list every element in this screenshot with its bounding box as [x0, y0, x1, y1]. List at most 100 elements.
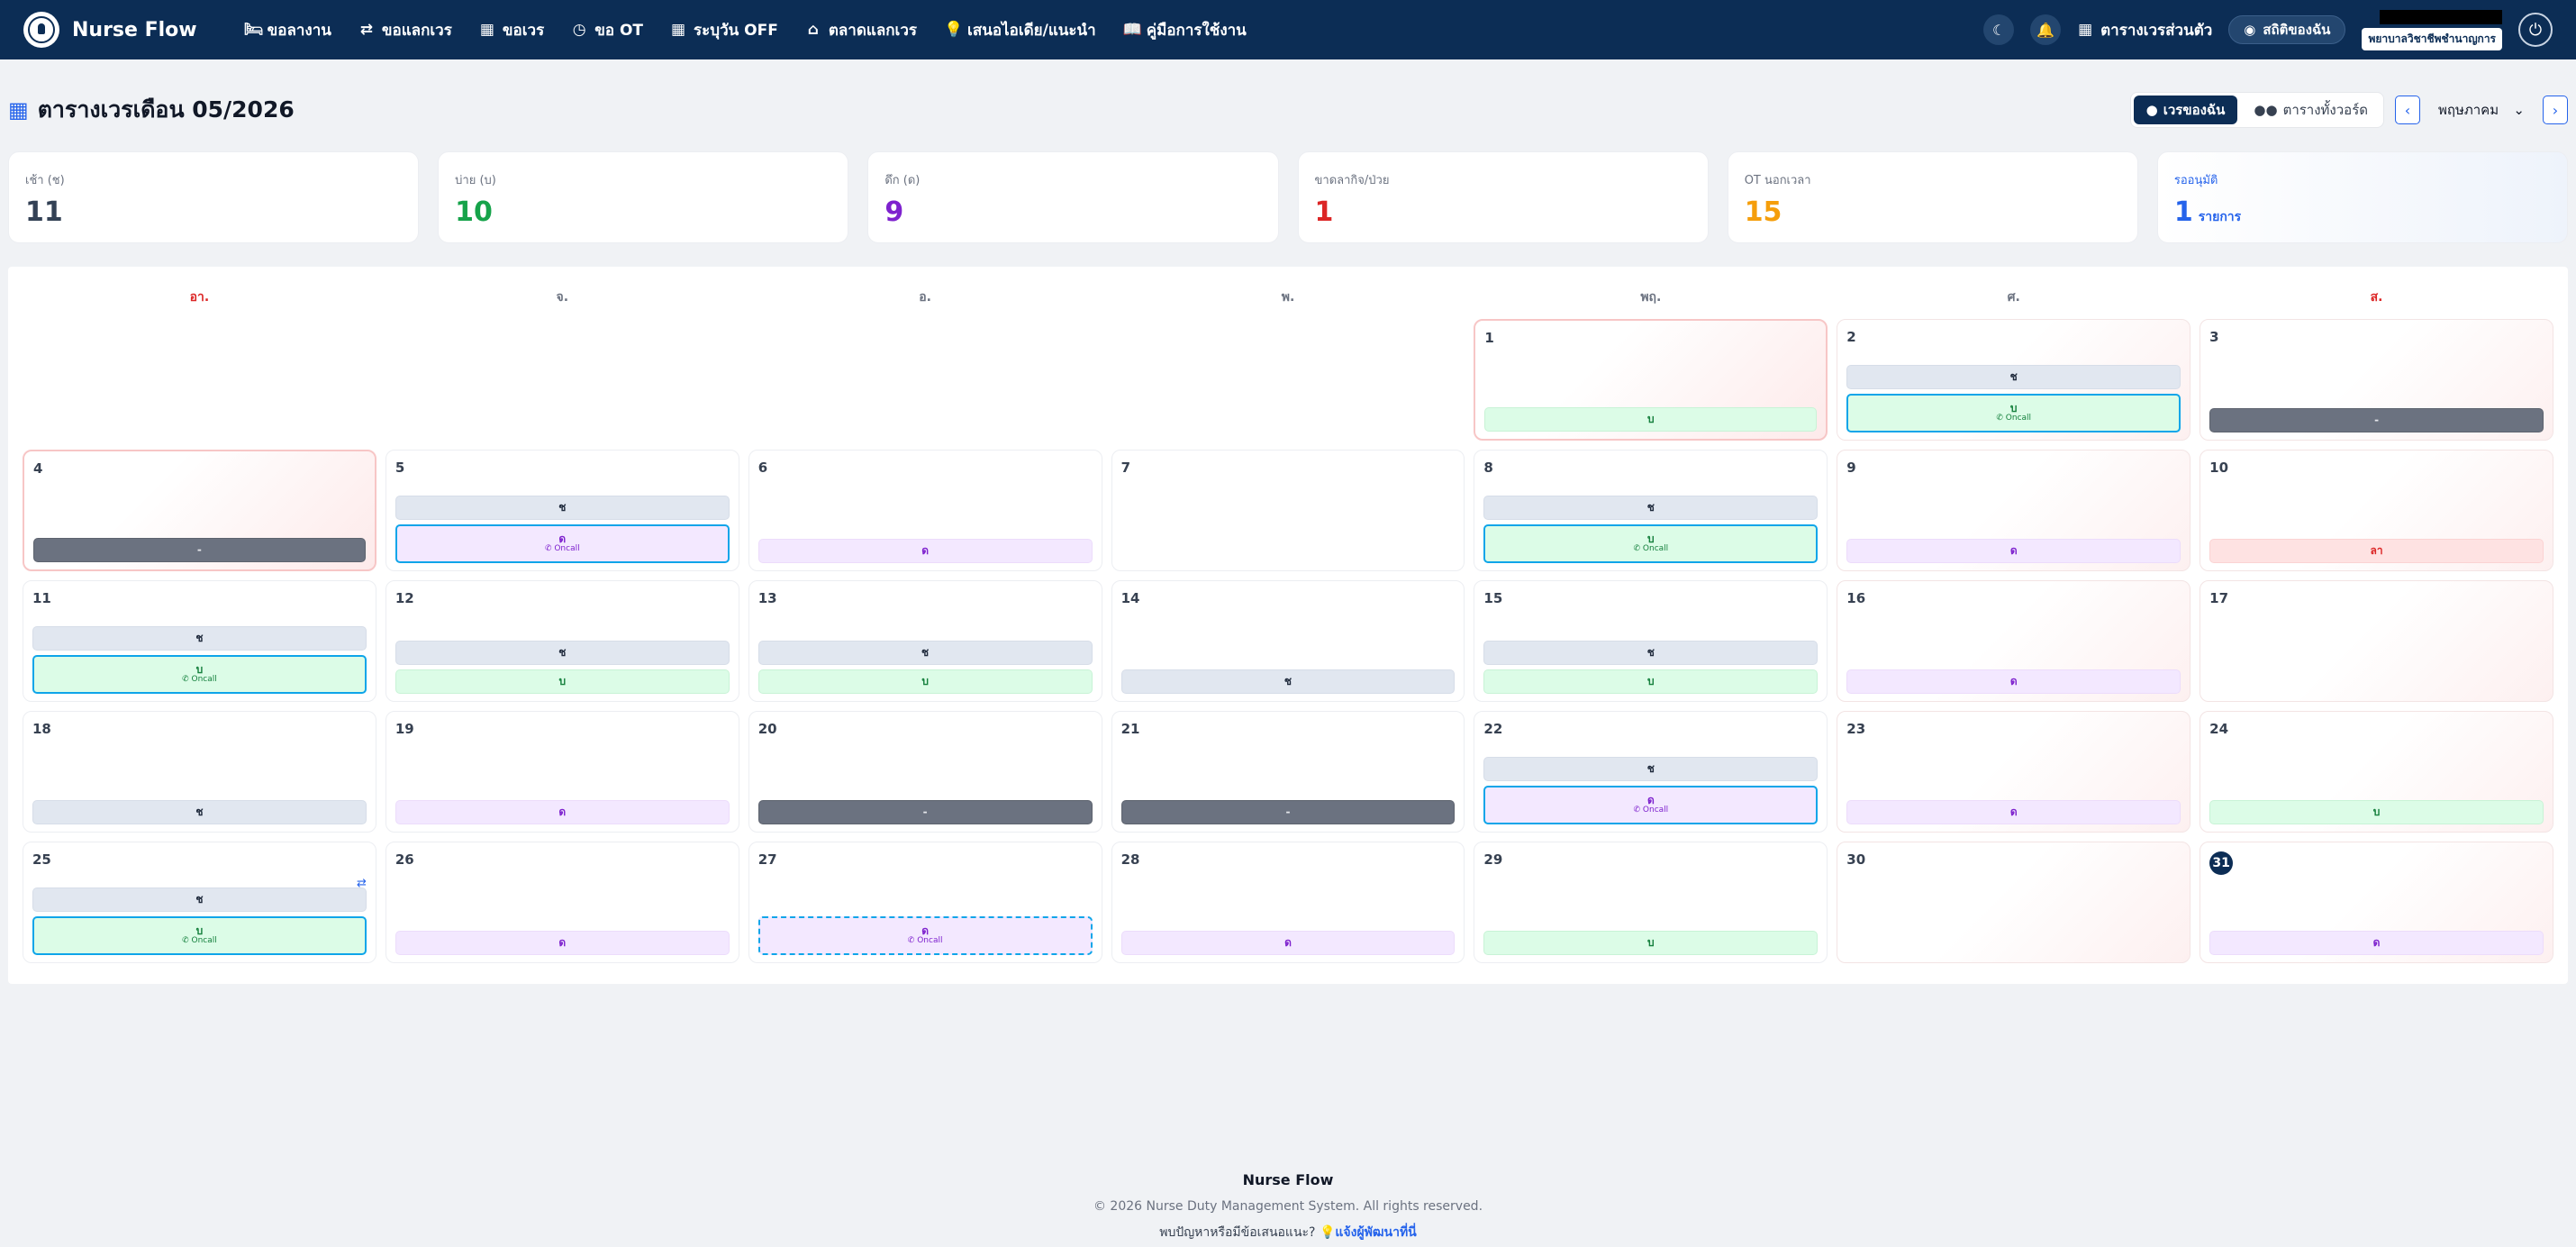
shift-badge-night[interactable]: ด — [1846, 669, 2181, 694]
shift-badge-night[interactable]: ด ✆ Oncall — [1483, 786, 1819, 824]
shift-badge-morning[interactable]: ช — [757, 641, 1093, 665]
prev-month-button[interactable]: ‹ — [2395, 96, 2420, 124]
calendar-day-10[interactable]: 10 ลา — [2200, 450, 2553, 571]
calendar-day-18[interactable]: 18 ช — [23, 711, 376, 833]
shift-badge-night[interactable]: ด — [395, 800, 730, 824]
shift-badge-night[interactable]: ด — [395, 931, 730, 955]
calendar-day-23[interactable]: 23 ด — [1837, 711, 2191, 833]
my-shifts-button[interactable]: ● เวรของฉัน — [2133, 96, 2238, 124]
nav-item-manual[interactable]: 📖 คู่มือการใช้งาน — [1123, 18, 1247, 42]
calendar-day-25[interactable]: 25 ⇄ ชบ ✆ Oncall — [23, 842, 376, 963]
ward-schedule-button[interactable]: ●● ตารางทั้งวอร์ด — [2241, 96, 2381, 124]
brand[interactable]: Nurse Flow — [23, 12, 197, 48]
shift-badge-evening[interactable]: บ — [2209, 800, 2544, 824]
nav-item-shift-request[interactable]: ▦ ขอเวร — [479, 18, 544, 42]
calendar-day-7[interactable]: 7 — [1111, 450, 1465, 571]
store-icon: ⌂ — [807, 21, 819, 39]
personal-schedule-label: ตารางเวรส่วนตัว — [2100, 21, 2213, 40]
nav-item-ideas[interactable]: 💡 เสนอไอเดีย/แนะนำ — [944, 18, 1096, 42]
shift-list: บ — [1484, 407, 1818, 432]
nav-item-day-off[interactable]: ▦ ระบุวัน OFF — [670, 18, 778, 42]
next-month-button[interactable]: › — [2543, 96, 2568, 124]
shift-badge-morning[interactable]: ช — [395, 496, 730, 520]
calendar-day-11[interactable]: 11 ชบ ✆ Oncall — [23, 580, 376, 702]
calendar-day-26[interactable]: 26 ด — [385, 842, 739, 963]
calendar-day-2[interactable]: 2 ชบ ✆ Oncall — [1837, 319, 2191, 441]
shift-badge-morning[interactable]: ช — [1483, 641, 1819, 665]
shift-badge-night[interactable]: ด ✆ Oncall — [757, 916, 1093, 955]
calendar-day-28[interactable]: 28 ด — [1111, 842, 1465, 963]
calendar-day-5[interactable]: 5 ชด ✆ Oncall — [385, 450, 739, 571]
calendar-day-17[interactable]: 17 — [2200, 580, 2553, 702]
personal-schedule-link[interactable]: ▦ ตารางเวรส่วนตัว — [2077, 18, 2212, 42]
shift-badge-morning[interactable]: ช — [395, 641, 730, 665]
shift-code: ช — [195, 805, 204, 818]
shift-badge-evening[interactable]: บ — [1484, 407, 1818, 432]
calendar-day-8[interactable]: 8 ชบ ✆ Oncall — [1474, 450, 1828, 571]
nav-item-swap-request[interactable]: ⇄ ขอแลกเวร — [358, 18, 452, 42]
dark-mode-toggle[interactable]: ☾ — [1983, 14, 2015, 45]
shift-badge-evening[interactable]: บ — [1483, 931, 1819, 955]
shift-badge-leave[interactable]: ลา — [2209, 539, 2544, 563]
shift-badge-evening[interactable]: บ ✆ Oncall — [32, 655, 367, 694]
shift-code: ด — [558, 805, 567, 818]
calendar-day-12[interactable]: 12 ชบ — [385, 580, 739, 702]
shift-badge-off[interactable]: - — [33, 538, 366, 562]
phone-icon: ✆ — [182, 936, 192, 946]
swap-indicator-icon[interactable]: ⇄ — [357, 877, 367, 890]
calendar-day-3[interactable]: 3- — [2200, 319, 2553, 441]
calendar-day-31[interactable]: 31 ด — [2200, 842, 2553, 963]
nav-item-leave-request[interactable]: 🛏 ขอลางาน — [244, 18, 331, 42]
shift-badge-night[interactable]: ด — [1846, 539, 2181, 563]
shift-badge-evening[interactable]: บ ✆ Oncall — [32, 916, 367, 955]
shift-badge-off[interactable]: - — [1120, 800, 1456, 824]
shift-badge-night[interactable]: ด — [757, 539, 1093, 563]
shift-code: ช — [1283, 674, 1293, 687]
month-select[interactable]: พฤษภาคม ⌄ — [2431, 96, 2532, 124]
shift-badge-morning[interactable]: ช — [32, 800, 367, 824]
stat-card-pending[interactable]: รออนุมัติ 1 รายการ — [2156, 151, 2569, 243]
calendar-day-27[interactable]: 27 ด ✆ Oncall — [748, 842, 1102, 963]
report-link[interactable]: 💡แจ้งผู้พัฒนาที่นี่ — [1320, 1225, 1417, 1240]
calendar-day-15[interactable]: 15 ชบ — [1474, 580, 1828, 702]
shift-badge-evening[interactable]: บ ✆ Oncall — [1483, 524, 1819, 563]
shift-badge-morning[interactable]: ช — [1483, 757, 1819, 781]
calendar-day-16[interactable]: 16 ด — [1837, 580, 2191, 702]
shift-badge-evening[interactable]: บ ✆ Oncall — [1846, 394, 2181, 432]
shift-code: ช — [558, 645, 567, 659]
calendar-day-1[interactable]: 1บ — [1474, 319, 1828, 441]
shift-badge-night[interactable]: ด — [2209, 931, 2544, 955]
calendar-day-20[interactable]: 20 - — [748, 711, 1102, 833]
weekday-label: อ. — [919, 290, 931, 305]
shift-badge-morning[interactable]: ช — [32, 887, 367, 912]
calendar-day-6[interactable]: 6ด — [748, 450, 1102, 571]
calendar-day-14[interactable]: 14 ช — [1111, 580, 1465, 702]
notifications-button[interactable]: 🔔 — [2030, 14, 2062, 45]
calendar-day-29[interactable]: 29 บ — [1474, 842, 1828, 963]
shift-badge-morning[interactable]: ช — [1120, 669, 1456, 694]
logout-button[interactable]: ⏻ — [2518, 13, 2553, 47]
shift-badge-evening[interactable]: บ — [757, 669, 1093, 694]
nav-item-ot-request[interactable]: ◷ ขอ OT — [571, 18, 643, 42]
calendar-day-22[interactable]: 22 ชด ✆ Oncall — [1474, 711, 1828, 833]
shift-badge-morning[interactable]: ช — [1483, 496, 1819, 520]
calendar-day-30[interactable]: 30 — [1837, 842, 2191, 963]
shift-badge-night[interactable]: ด ✆ Oncall — [395, 524, 730, 563]
calendar-day-21[interactable]: 21 - — [1111, 711, 1465, 833]
calendar-day-9[interactable]: 9ด — [1837, 450, 2191, 571]
shift-badge-morning[interactable]: ช — [1846, 365, 2181, 389]
calendar-day-24[interactable]: 24 บ — [2200, 711, 2553, 833]
shift-badge-night[interactable]: ด — [1120, 931, 1456, 955]
user-info[interactable]: พยาบาลวิชาชีพชำนาญการ — [2362, 9, 2502, 50]
shift-badge-evening[interactable]: บ — [1483, 669, 1819, 694]
calendar-day-4[interactable]: 4- — [23, 450, 376, 571]
shift-badge-off[interactable]: - — [2209, 408, 2544, 432]
nav-item-shift-market[interactable]: ⌂ ตลาดแลกเวร — [805, 18, 917, 42]
shift-badge-off[interactable]: - — [757, 800, 1093, 824]
shift-badge-morning[interactable]: ช — [32, 626, 367, 651]
shift-badge-night[interactable]: ด — [1846, 800, 2181, 824]
calendar-day-13[interactable]: 13 ชบ — [748, 580, 1102, 702]
calendar-day-19[interactable]: 19 ด — [385, 711, 739, 833]
my-stats-button[interactable]: ◉ สถิติของฉัน — [2228, 15, 2346, 44]
shift-badge-evening[interactable]: บ — [395, 669, 730, 694]
